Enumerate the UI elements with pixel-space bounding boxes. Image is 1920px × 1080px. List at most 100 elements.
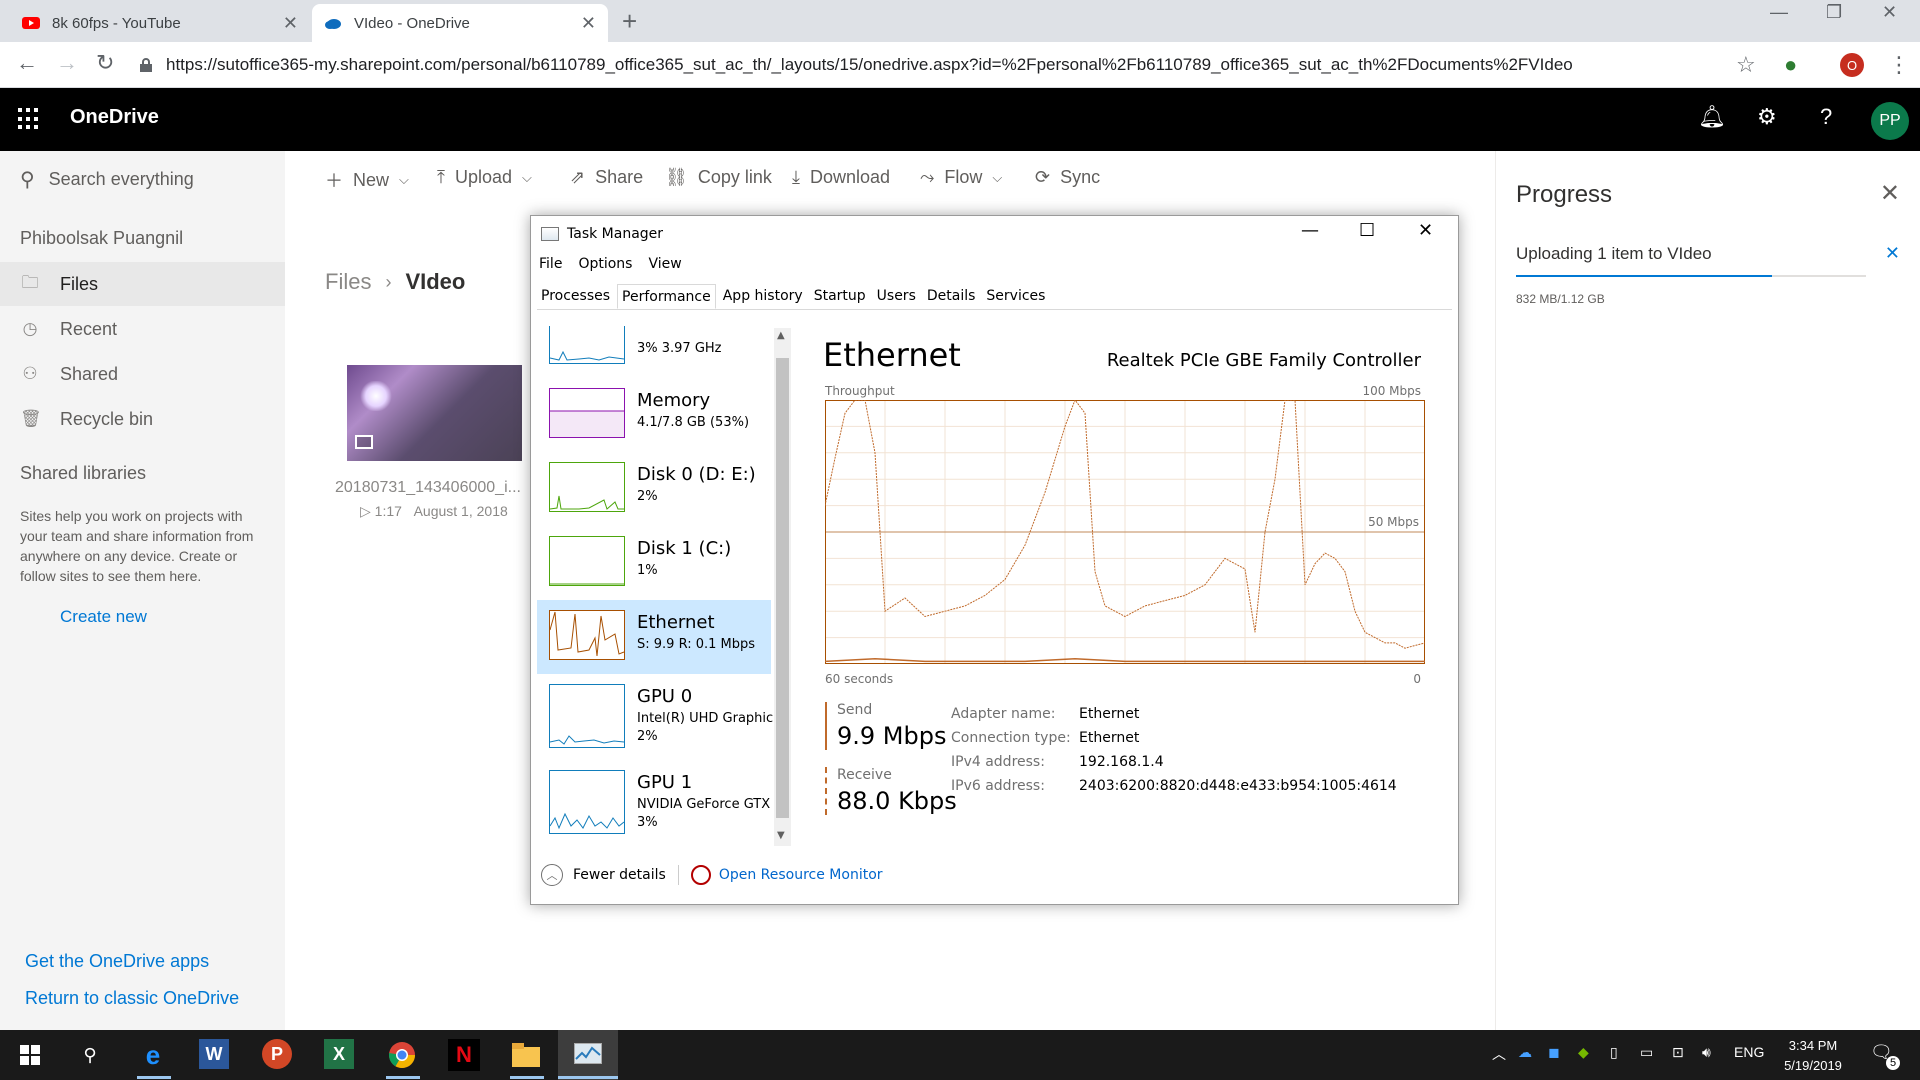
tab-details[interactable]: Details: [923, 284, 980, 309]
search-icon[interactable]: ⚲: [74, 1039, 106, 1071]
file-explorer-icon[interactable]: [510, 1039, 542, 1071]
classic-onedrive-link[interactable]: Return to classic OneDrive: [25, 988, 239, 1009]
chrome-running-indicator: [386, 1076, 420, 1079]
powerpoint-icon[interactable]: P: [262, 1039, 292, 1069]
windows-start-icon[interactable]: [14, 1039, 46, 1071]
avatar[interactable]: PP: [1871, 102, 1909, 140]
maximize-icon[interactable]: ☐: [1359, 220, 1375, 241]
tab-services[interactable]: Services: [982, 284, 1049, 309]
search-box[interactable]: ⚲ Search everything: [20, 167, 194, 192]
copy-link-button[interactable]: ⛓︎ Copy link: [665, 167, 772, 188]
fewer-details-link[interactable]: Fewer details: [573, 867, 666, 883]
get-apps-link[interactable]: Get the OneDrive apps: [25, 951, 209, 972]
browser-tab-onedrive[interactable]: VIdeo - OneDrive ✕: [312, 4, 608, 42]
excel-icon[interactable]: X: [324, 1039, 354, 1069]
close-window-icon[interactable]: ✕: [1882, 2, 1897, 23]
video-thumbnail[interactable]: [347, 365, 522, 461]
tray-device-icon[interactable]: ▯: [1610, 1044, 1618, 1061]
prop-key: IPv6 address:: [951, 778, 1045, 794]
cancel-upload-icon[interactable]: ✕: [1885, 243, 1900, 264]
close-tab-icon[interactable]: ✕: [283, 13, 298, 34]
upload-button[interactable]: ⤒ Upload ⌵: [437, 167, 532, 188]
close-icon[interactable]: ✕: [1418, 220, 1433, 241]
address-bar[interactable]: https://sutoffice365-my.sharepoint.com/p…: [140, 48, 1750, 82]
new-tab-button[interactable]: +: [622, 6, 637, 37]
app-title[interactable]: OneDrive: [70, 106, 159, 129]
breadcrumb-files[interactable]: Files: [325, 269, 371, 295]
resource-memory[interactable]: Memory 4.1/7.8 GB (53%): [537, 378, 771, 452]
edge-icon[interactable]: e: [137, 1039, 169, 1071]
nav-item-label: Recycle bin: [60, 408, 154, 429]
scroll-down-icon[interactable]: ▼: [777, 830, 785, 841]
nav-item-recent[interactable]: ◷ Recent: [0, 307, 285, 351]
throughput-label: Throughput: [825, 384, 895, 398]
bell-icon[interactable]: 🔔︎: [1698, 104, 1726, 130]
resource-disk0[interactable]: Disk 0 (D: E:) 2%: [537, 452, 771, 526]
file-date: August 1, 2018: [413, 503, 508, 519]
file-name[interactable]: 20180731_143406000_i...: [335, 479, 535, 497]
back-icon[interactable]: ←: [16, 50, 38, 76]
close-tab-icon[interactable]: ✕: [581, 13, 596, 34]
gear-icon[interactable]: ⚙: [1757, 104, 1777, 130]
menu-file[interactable]: File: [539, 256, 562, 272]
forward-icon[interactable]: →: [56, 50, 78, 76]
show-hidden-icons-icon[interactable]: ︿: [1492, 1044, 1506, 1064]
onedrive-tray-icon[interactable]: ☁: [1518, 1044, 1532, 1061]
language-indicator[interactable]: ENG: [1734, 1044, 1764, 1060]
receive-label: Receive: [837, 767, 892, 783]
battery-icon[interactable]: ▭: [1640, 1044, 1653, 1061]
restore-window-icon[interactable]: ❐: [1826, 2, 1842, 23]
open-resource-monitor-link[interactable]: Open Resource Monitor: [719, 867, 883, 883]
chevron-up-icon[interactable]: ︿: [541, 864, 563, 886]
app-launcher-icon[interactable]: [18, 108, 40, 130]
resource-gpu1[interactable]: GPU 1 NVIDIA GeForce GTX 3%: [537, 760, 771, 834]
scrollbar-thumb[interactable]: [776, 358, 789, 818]
tab-startup[interactable]: Startup: [810, 284, 870, 309]
tab-users[interactable]: Users: [873, 284, 920, 309]
minimize-icon[interactable]: —: [1301, 220, 1319, 241]
download-button[interactable]: ⤓ Download: [792, 167, 890, 188]
resource-cpu[interactable]: 3% 3.97 GHz: [537, 326, 771, 378]
share-button[interactable]: ⇗ Share: [570, 167, 643, 188]
new-button[interactable]: ＋ New ⌵: [325, 167, 409, 193]
minimize-window-icon[interactable]: —: [1770, 2, 1788, 23]
menu-view[interactable]: View: [648, 256, 681, 272]
browser-menu-icon[interactable]: ⋮: [1888, 52, 1910, 78]
volume-icon[interactable]: 🔊︎: [1702, 1044, 1711, 1061]
scroll-up-icon[interactable]: ▲: [777, 330, 785, 341]
nav-item-shared[interactable]: ⚇ Shared: [0, 352, 285, 396]
clock[interactable]: 3:34 PM 5/19/2019: [1770, 1036, 1856, 1076]
tab-processes[interactable]: Processes: [537, 284, 614, 309]
url-host: https://sutoffice365-my.sharepoint.com: [166, 55, 457, 74]
flow-button[interactable]: ⤳ Flow ⌵: [920, 167, 1002, 188]
extension-globe-icon[interactable]: ●: [1784, 52, 1797, 78]
tab-performance[interactable]: Performance: [617, 284, 716, 309]
reload-icon[interactable]: ↻: [96, 50, 114, 76]
browser-tab-youtube[interactable]: 8k 60fps - YouTube ✕: [10, 4, 310, 42]
help-icon[interactable]: ?: [1820, 104, 1832, 130]
chrome-icon[interactable]: [386, 1039, 418, 1071]
nav-item-files[interactable]: 🗀︎ Files: [0, 262, 285, 306]
create-new-link[interactable]: Create new: [60, 607, 147, 627]
resource-disk1[interactable]: Disk 1 (C:) 1%: [537, 526, 771, 600]
nav-item-recycle-bin[interactable]: 🗑︎ Recycle bin: [0, 397, 285, 441]
sync-button[interactable]: ⟳ Sync: [1035, 167, 1100, 188]
close-panel-icon[interactable]: ✕: [1880, 179, 1900, 208]
resource-gpu0[interactable]: GPU 0 Intel(R) UHD Graphic 2%: [537, 674, 773, 748]
resource-scrollbar[interactable]: ▲ ▼: [774, 328, 791, 846]
tab-app-history[interactable]: App history: [719, 284, 807, 309]
task-manager-taskbar-icon[interactable]: [572, 1039, 604, 1071]
receive-value: 88.0 Kbps: [837, 787, 957, 815]
bookmark-star-icon[interactable]: ☆: [1736, 52, 1756, 78]
ethernet-mini-graph: [549, 610, 625, 660]
link-icon: ⛓︎: [665, 167, 688, 187]
word-icon[interactable]: W: [199, 1039, 229, 1069]
prop-key: IPv4 address:: [951, 754, 1045, 770]
netflix-icon[interactable]: N: [448, 1039, 480, 1071]
tray-app-icon[interactable]: ◼: [1548, 1044, 1560, 1061]
extension-badge-icon[interactable]: O: [1840, 53, 1864, 77]
resource-ethernet[interactable]: Ethernet S: 9.9 R: 0.1 Mbps: [537, 600, 771, 674]
menu-options[interactable]: Options: [578, 256, 632, 272]
network-icon[interactable]: ⊡: [1672, 1044, 1684, 1061]
nvidia-icon[interactable]: ◆: [1578, 1044, 1589, 1061]
